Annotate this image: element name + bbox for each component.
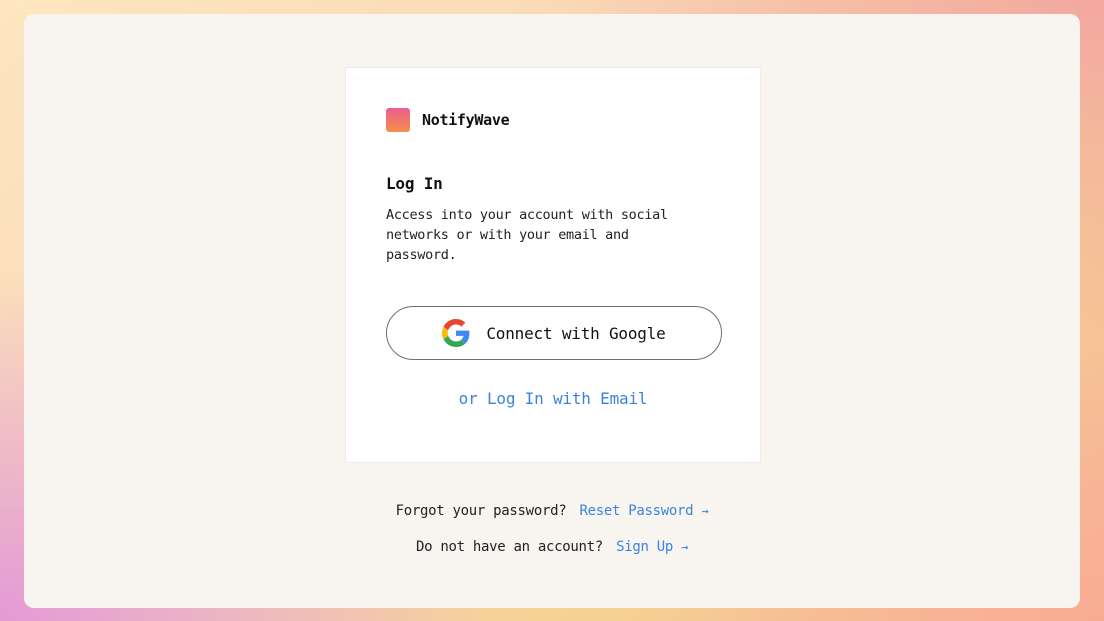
no-account-text: Do not have an account? [415, 539, 603, 555]
forgot-password-text: Forgot your password? [395, 503, 567, 519]
page-title: Log In [386, 174, 443, 193]
google-icon [442, 319, 470, 347]
main-panel: NotifyWave Log In Access into your accou… [24, 14, 1080, 608]
arrow-right-icon: → [701, 504, 709, 518]
signup-row: Do not have an account? Sign Up → [24, 539, 1080, 555]
sign-up-link[interactable]: Sign Up → [616, 539, 688, 555]
brand-logo-icon [386, 108, 410, 132]
reset-password-link[interactable]: Reset Password → [579, 503, 708, 519]
connect-google-label: Connect with Google [486, 323, 666, 343]
forgot-password-row: Forgot your password? Reset Password → [24, 503, 1080, 519]
arrow-right-icon: → [681, 540, 689, 554]
reset-password-label: Reset Password [579, 503, 694, 519]
login-card: NotifyWave Log In Access into your accou… [345, 67, 761, 463]
login-description: Access into your account with social net… [386, 207, 668, 263]
brand-name: NotifyWave [422, 111, 510, 129]
brand: NotifyWave [386, 108, 510, 132]
sign-up-label: Sign Up [616, 539, 673, 555]
login-with-email-link[interactable]: or Log In with Email [346, 389, 760, 408]
connect-google-button[interactable]: Connect with Google [386, 306, 722, 360]
